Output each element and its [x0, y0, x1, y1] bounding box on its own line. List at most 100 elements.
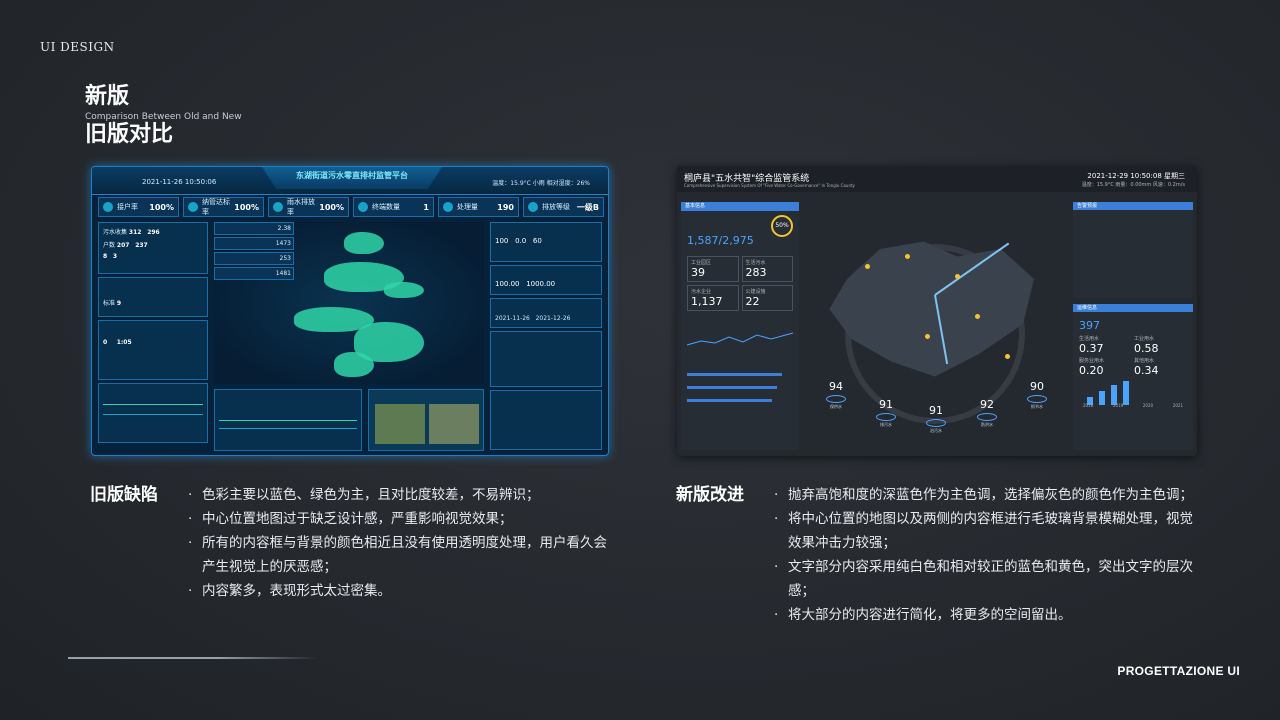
grid-cell: 污水企业 1,137 — [687, 285, 739, 311]
old-box: 污水收集 312 296 户数 207 237 8 3 — [98, 222, 208, 274]
kpi-value: 90 — [1030, 380, 1044, 393]
progress-list — [681, 355, 799, 406]
new-section-bullets: 抛弃高饱和度的深蓝色作为主色调，选择偏灰色的颜色作为主色调； 将中心位置的地图以… — [774, 483, 1204, 627]
old-date: 2021-11-26 10:50:06 — [142, 178, 217, 186]
stat-label: 终端数量 — [372, 203, 400, 211]
progress-bar — [687, 373, 783, 376]
old-right-column: 100 0.0 60 100.00 1000.00 2021-11-26 202… — [490, 222, 602, 452]
mid-value: 2.38 — [214, 222, 294, 235]
old-stat: 处理量 190 — [438, 197, 519, 217]
stat-label: 处理量 — [457, 203, 478, 211]
value: 207 — [116, 242, 130, 249]
progress-bar — [687, 399, 772, 402]
stat-icon — [188, 202, 198, 212]
stat-icon — [103, 202, 113, 212]
left-grid: 工业园区 39 生活污水 283 污水企业 1,137 公建设施 22 — [681, 252, 799, 315]
kpi-label: 保供水 — [830, 404, 842, 409]
efficiency-line-chart — [686, 332, 794, 346]
grid-cell: 服务业用水 0.20 — [1079, 357, 1132, 377]
chart-line — [103, 414, 203, 415]
old-box: 0 1:05 — [98, 320, 208, 380]
alarm-header: 告警预报 — [1073, 202, 1193, 210]
map-pin-icon — [975, 314, 980, 319]
kpi-label: 抓节水 — [1031, 404, 1043, 409]
old-photos — [368, 389, 484, 451]
value: 0 — [103, 339, 108, 346]
cell-value: 283 — [745, 266, 767, 279]
cell-value: 1,137 — [691, 295, 723, 308]
old-section-bullets: 色彩主要以蓝色、绿色为主，且对比度较差，不易辨识； 中心位置地图过于缺乏设计感，… — [188, 483, 613, 603]
old-stat: 雨水排放率 100% — [268, 197, 349, 217]
pipe-percent-ring: 50% — [771, 215, 793, 237]
footer-divider — [68, 657, 318, 659]
cell-label: 工业园区 — [691, 260, 712, 266]
bullet-item: 内容繁多，表现形式太过密集。 — [188, 579, 613, 603]
cell-label: 污水企业 — [691, 289, 712, 295]
stat-icon — [273, 202, 283, 212]
kpi-icon — [926, 419, 946, 427]
bullet-item: 抛弃高饱和度的深蓝色作为主色调，选择偏灰色的颜色作为主色调； — [774, 483, 1204, 507]
new-date: 2021-12-29 10:50:08 星期三 — [1087, 172, 1185, 180]
kpi-value: 94 — [829, 380, 843, 393]
map-region — [334, 352, 374, 377]
chart-bar — [1099, 391, 1105, 405]
maintenance-box: 运维信息 397 生活用水 0.37 工业用水 0.58 服务业用水 0.20 其他用… — [1073, 304, 1193, 450]
grid-cell: 生活污水 283 — [741, 256, 793, 282]
stat-value: 一级B — [576, 202, 599, 212]
stat-value: 1 — [423, 202, 429, 212]
value: 1:05 — [116, 339, 132, 346]
cell-value: 0.20 — [1079, 364, 1104, 377]
chart-bar — [1123, 381, 1129, 405]
old-weather: 温度：15.9°C 小雨 相对湿度：26% — [492, 180, 590, 187]
total-value: 397 — [1079, 319, 1100, 332]
investment-bar-chart — [1073, 377, 1193, 405]
kpi-label: 防洪水 — [981, 422, 993, 427]
bullet-item: 将大部分的内容进行简化，将更多的空间留出。 — [774, 603, 1204, 627]
value: 100.00 — [495, 280, 520, 288]
map-pin-icon — [905, 254, 910, 259]
old-topbar: 2021-11-26 10:50:06 东湖街道污水零直排村监管平台 温度：15… — [92, 167, 608, 195]
new-left-panel: 基本信息 1,587/2,975 50% 工业园区 39 生活污水 283 污水企业… — [681, 202, 799, 450]
chart-line — [103, 404, 203, 405]
photo-thumb — [429, 404, 479, 444]
kpi-item: 91 排污水 — [869, 398, 903, 428]
footer-brand: PROGETTAZIONE UI — [1117, 664, 1240, 678]
right-grid: 生活用水 0.37 工业用水 0.58 服务业用水 0.20 其他用水 0.34 — [1073, 335, 1193, 377]
cell-value: 0.34 — [1134, 364, 1159, 377]
map-pin-icon — [865, 264, 870, 269]
new-title-en: Comprehensive Supervision System Of "Fiv… — [684, 183, 855, 188]
bullet-item: 将中心位置的地图以及两侧的内容框进行毛玻璃背景模糊处理，视觉效果冲击力较强； — [774, 507, 1204, 555]
tick-label: 2018 — [1083, 403, 1094, 408]
stat-value: 100% — [319, 202, 344, 212]
value: 312 — [128, 229, 142, 236]
kpi-value: 92 — [980, 398, 994, 411]
new-dashboard-screenshot: 桐庐县"五水共智"综合监管系统 Comprehensive Supervisio… — [677, 166, 1197, 456]
cell-value: 39 — [691, 266, 705, 279]
stat-label: 雨水排放率 — [287, 198, 315, 216]
kpi-item: 91 治污水 — [919, 404, 953, 434]
kpi-value: 91 — [879, 398, 893, 411]
old-stat: 接户率 100% — [98, 197, 179, 217]
grid-cell: 工业用水 0.58 — [1134, 335, 1187, 355]
old-left-column: 污水收集 312 296 户数 207 237 8 3 标准 9 0 1:05 — [98, 222, 208, 452]
old-box: 100.00 1000.00 — [490, 265, 602, 295]
kpi-item: 92 防洪水 — [970, 398, 1004, 428]
new-right-panel: 告警预报 运维信息 397 生活用水 0.37 工业用水 0.58 服务业用水 0.2… — [1073, 202, 1193, 450]
stat-value: 100% — [149, 202, 174, 212]
map-pin-icon — [925, 334, 930, 339]
grid-cell: 生活用水 0.37 — [1079, 335, 1132, 355]
kpi-label: 治污水 — [930, 428, 942, 433]
old-stat: 终端数量 1 — [353, 197, 434, 217]
kpi-icon — [826, 395, 846, 403]
maintenance-header: 运维信息 — [1073, 304, 1193, 312]
bullet-item: 中心位置地图过于缺乏设计感，严重影响视觉效果； — [188, 507, 613, 531]
map-pin-icon — [955, 274, 960, 279]
cell-value: 0.58 — [1134, 342, 1159, 355]
old-mid-list: 2.38 1473 253 1481 — [214, 222, 294, 282]
kpi-icon — [876, 413, 896, 421]
new-section-title: 新版改进 — [676, 485, 744, 505]
cell-label: 工业用水 — [1134, 336, 1155, 342]
value: 8 — [103, 253, 108, 260]
page-title-line2: 旧版对比 — [85, 122, 174, 147]
cell-label: 公建设施 — [745, 289, 766, 295]
